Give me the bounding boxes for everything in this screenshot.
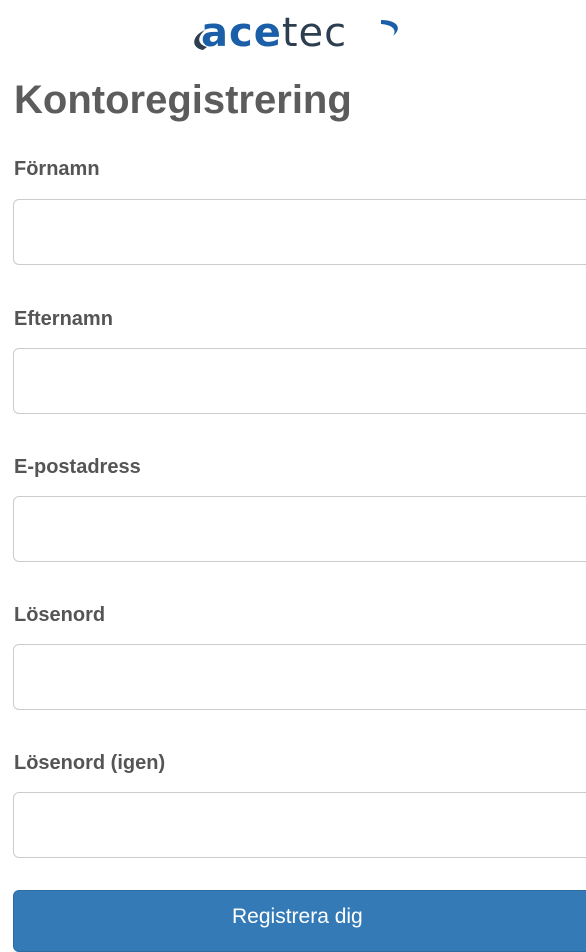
acetec-logo: acetec xyxy=(185,6,415,56)
email-input[interactable] xyxy=(13,496,586,562)
first-name-input[interactable] xyxy=(13,199,586,265)
logo-graphic: acetec xyxy=(194,10,398,56)
password-confirm-input[interactable] xyxy=(13,792,586,858)
last-name-input[interactable] xyxy=(13,348,586,414)
first-name-label: Förnamn xyxy=(14,158,100,180)
password-input[interactable] xyxy=(13,644,586,710)
email-label: E-postadress xyxy=(14,456,141,478)
logo-right-swoosh xyxy=(381,20,398,36)
logo-text: acetec xyxy=(201,10,347,56)
page-title: Kontoregistrering xyxy=(14,78,352,122)
password-confirm-label: Lösenord (igen) xyxy=(14,752,166,774)
last-name-label: Efternamn xyxy=(14,308,113,330)
password-label: Lösenord xyxy=(14,604,106,626)
